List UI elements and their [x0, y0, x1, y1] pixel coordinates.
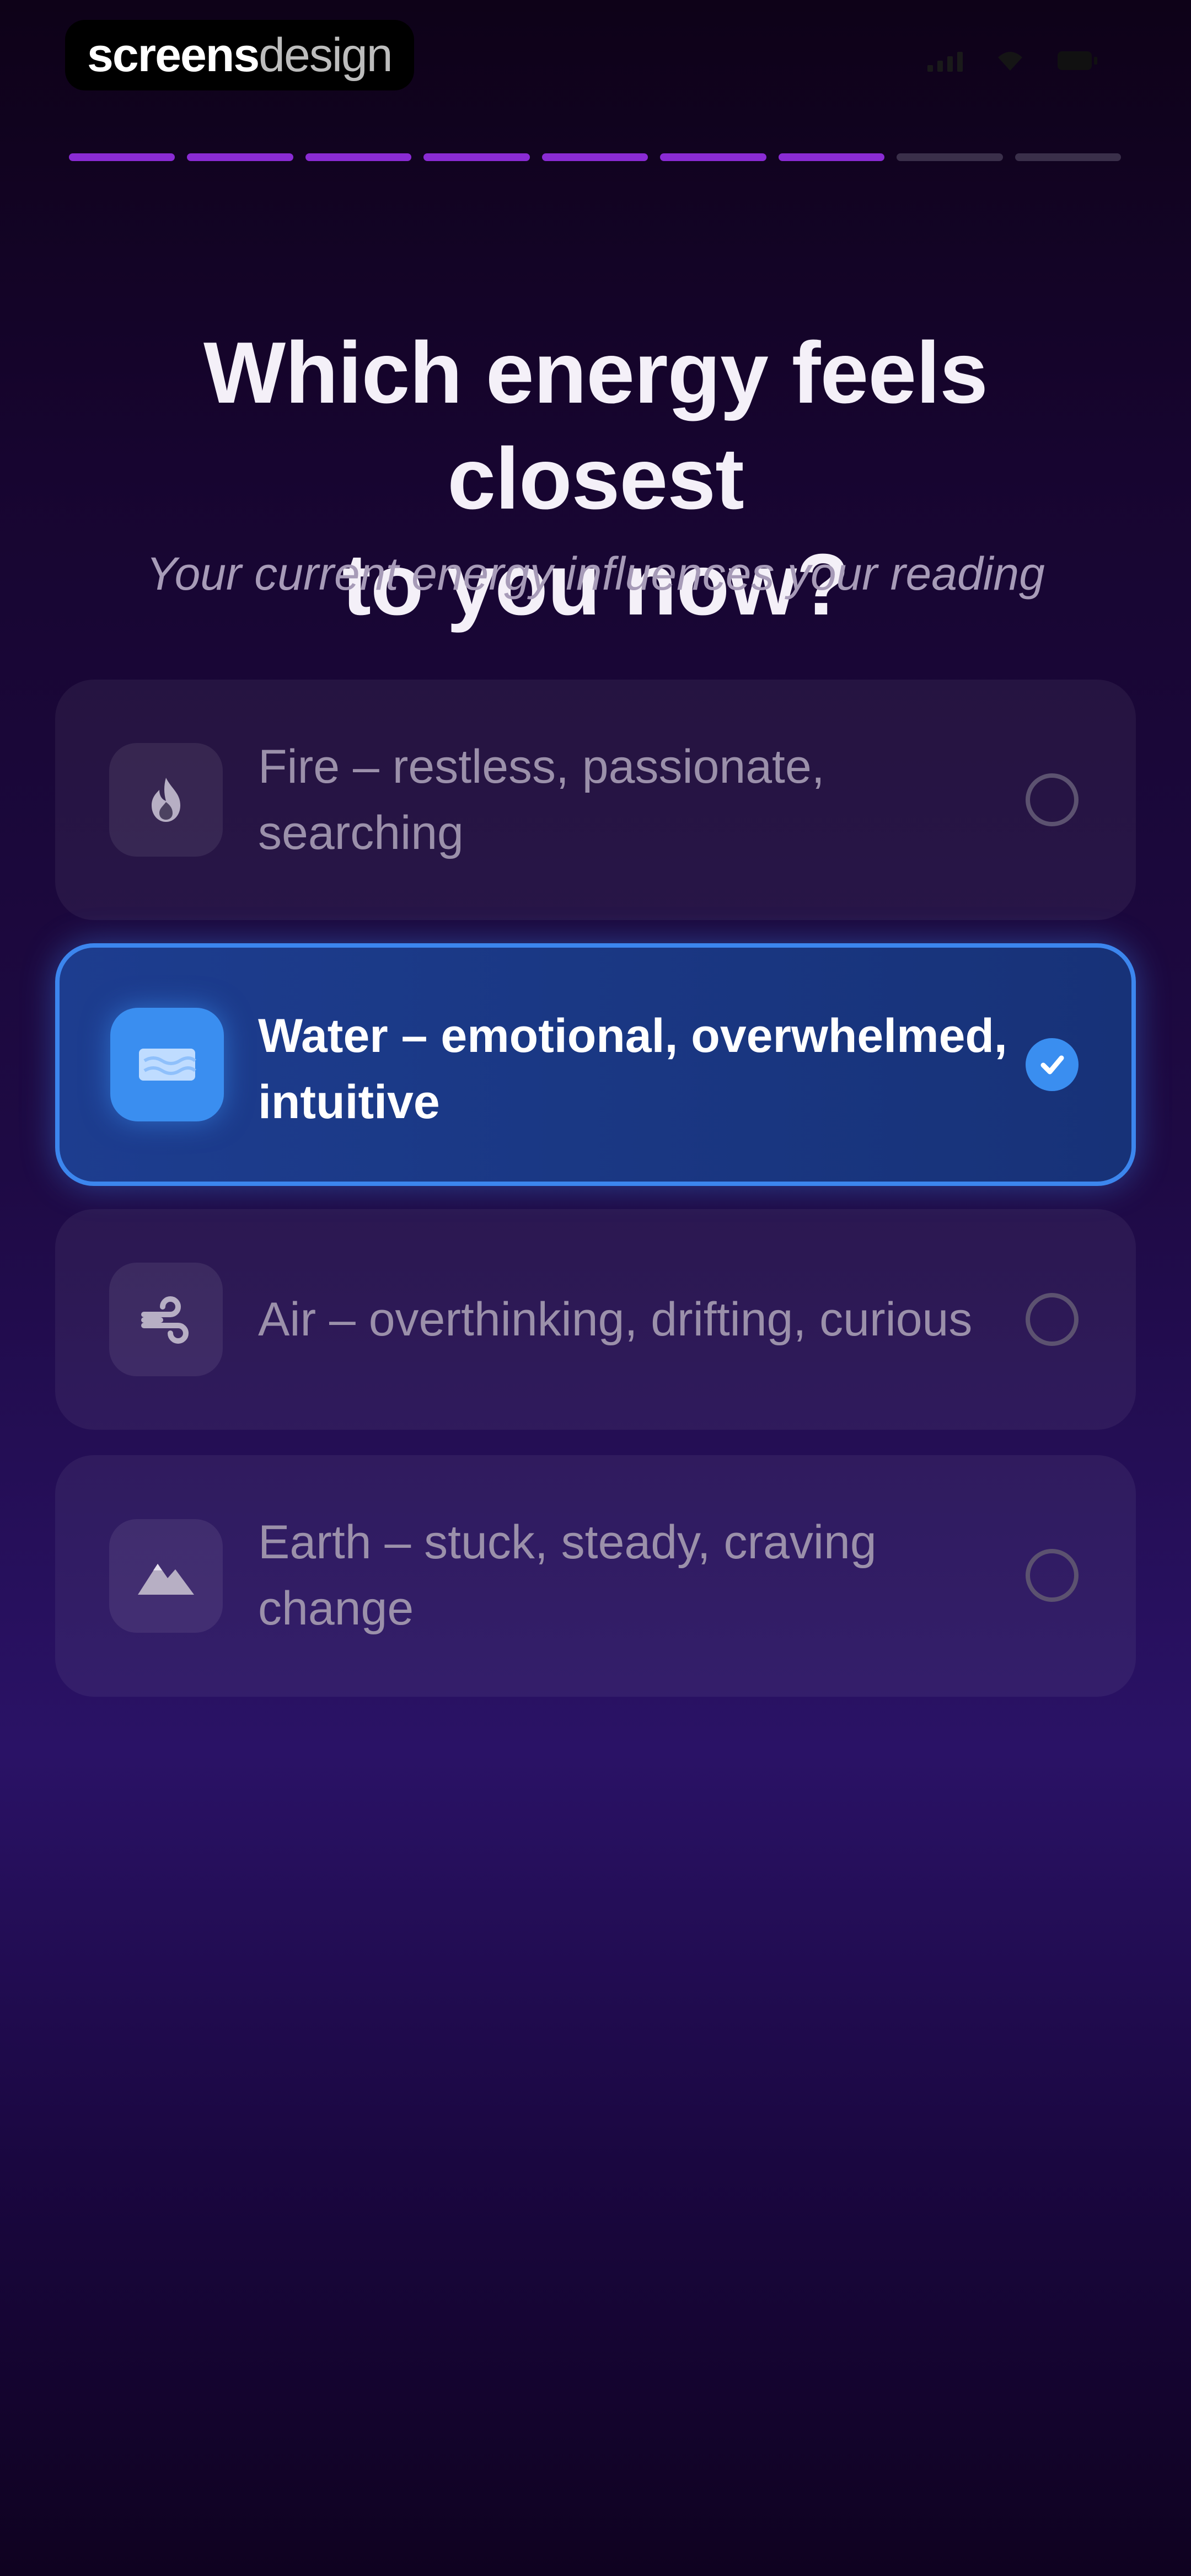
- status-bar: screens design: [0, 0, 1191, 127]
- option-air-label-line1: Air – overthinking, drifting, curious: [258, 1293, 973, 1346]
- option-fire-label-line2: searching: [258, 806, 464, 859]
- step-progress: [69, 153, 1121, 161]
- progress-segment: [541, 153, 648, 161]
- progress-segment: [305, 153, 412, 161]
- option-earth[interactable]: Earth – stuck, steady, craving change: [55, 1455, 1136, 1697]
- battery-icon: [1058, 51, 1097, 70]
- option-fire[interactable]: Fire – restless, passionate, searching: [55, 680, 1136, 920]
- option-water-label-line1: Water – emotional, overwhelmed,: [258, 1009, 1007, 1062]
- question-subtitle: Your current energy influences your read…: [146, 548, 1045, 600]
- option-fire-label-line1: Fire – restless, passionate,: [258, 740, 825, 793]
- progress-segment: [423, 153, 530, 161]
- option-air-label: Air – overthinking, drifting, curious: [258, 1286, 1030, 1353]
- option-water[interactable]: Water – emotional, overwhelmed, intuitiv…: [55, 943, 1136, 1186]
- fire-icon: [109, 743, 223, 857]
- status-icons: [927, 50, 1097, 72]
- wifi-icon: [998, 52, 1022, 71]
- signal-icon: [927, 50, 963, 72]
- progress-segment: [1015, 153, 1121, 161]
- progress-segment: [69, 153, 175, 161]
- water-icon: [110, 1008, 224, 1121]
- watermark-logo: screens design: [65, 20, 414, 90]
- option-water-radio[interactable]: [1026, 1038, 1079, 1091]
- option-water-label: Water – emotional, overwhelmed, intuitiv…: [258, 1003, 1052, 1135]
- progress-segment: [187, 153, 293, 161]
- option-earth-label-line1: Earth – stuck, steady, craving: [258, 1516, 877, 1569]
- question-title-line1: Which energy feels closest: [203, 324, 988, 527]
- option-water-label-line2: intuitive: [258, 1076, 440, 1129]
- progress-segment: [778, 153, 885, 161]
- watermark-bold-text: screens: [87, 28, 260, 82]
- option-air-radio[interactable]: [1026, 1293, 1079, 1346]
- check-icon: [1040, 1055, 1064, 1075]
- wind-icon: [109, 1263, 223, 1376]
- progress-segment: [897, 153, 1003, 161]
- option-earth-radio[interactable]: [1026, 1549, 1079, 1602]
- option-air[interactable]: Air – overthinking, drifting, curious: [55, 1209, 1136, 1430]
- option-earth-label: Earth – stuck, steady, craving change: [258, 1509, 1052, 1642]
- option-fire-label: Fire – restless, passionate, searching: [258, 734, 1052, 866]
- option-fire-radio[interactable]: [1026, 773, 1079, 826]
- watermark-light-text: design: [259, 28, 393, 82]
- option-earth-label-line2: change: [258, 1582, 414, 1635]
- progress-segment: [660, 153, 766, 161]
- mountain-icon: [109, 1519, 223, 1633]
